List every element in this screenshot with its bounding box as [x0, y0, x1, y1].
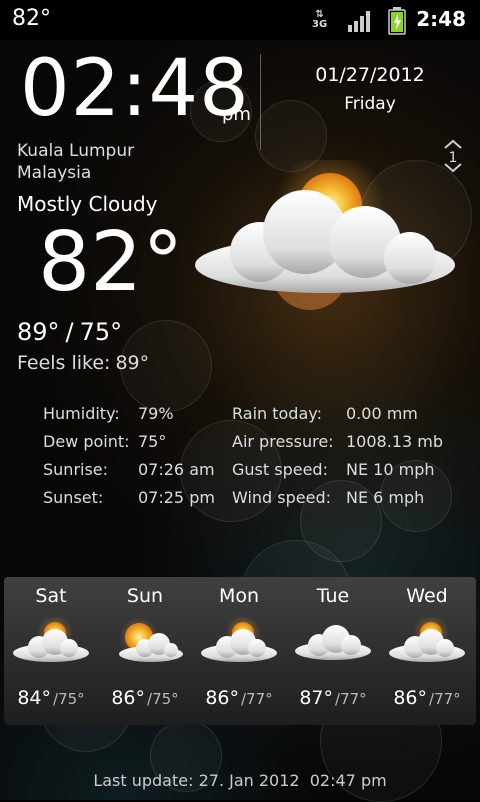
forecast-panel[interactable]: Sat 84°/75° Sun 86°/75° Mon 86°/77° Tue …: [4, 577, 476, 725]
sunrise-label: Sunrise:: [43, 460, 109, 479]
cloudy-icon: [295, 625, 371, 660]
high-temperature: 89°: [17, 318, 60, 346]
dew-point-label: Dew point:: [43, 432, 130, 451]
feels-like-label: Feels like:: [17, 352, 111, 374]
low-temperature: 75°: [79, 318, 123, 346]
high-low-separator: /: [65, 318, 74, 346]
forecast-day-wed[interactable]: Wed 86°/77°: [380, 577, 474, 725]
forecast-high: 86°: [111, 687, 146, 709]
forecast-day-mon[interactable]: Mon 86°/77°: [192, 577, 286, 725]
sunrise-value: 07:26 am: [138, 460, 215, 479]
humidity-value: 79%: [138, 404, 174, 423]
forecast-temps: 86°/77°: [192, 687, 286, 709]
humidity-label: Humidity:: [43, 404, 120, 423]
country-label: Malaysia: [17, 163, 92, 183]
forecast-temps: 86°/77°: [380, 687, 474, 709]
forecast-high: 84°: [17, 687, 52, 709]
partly-cloudy-icon: [389, 617, 465, 662]
forecast-day-label: Wed: [406, 585, 448, 607]
forecast-day-sat[interactable]: Sat 84°/75°: [4, 577, 98, 725]
condition-label: Mostly Cloudy: [17, 192, 158, 216]
gust-speed-label: Gust speed:: [232, 460, 328, 479]
status-bar: 82° ⇅ 3G 2:48: [0, 0, 480, 40]
clock-time[interactable]: 02:48: [20, 44, 250, 134]
forecast-temps: 87°/77°: [286, 687, 380, 709]
forecast-temps: 86°/75°: [98, 687, 192, 709]
forecast-high: 87°: [299, 687, 334, 709]
dew-point-value: 75°: [138, 432, 167, 451]
city-label: Kuala Lumpur: [17, 141, 135, 161]
partly-sunny-icon: [119, 617, 183, 662]
forecast-low: /75°: [53, 690, 85, 708]
status-time: 2:48: [416, 7, 466, 31]
forecast-day-sun[interactable]: Sun 86°/75°: [98, 577, 192, 725]
wind-speed-value: NE 6 mph: [346, 488, 425, 507]
forecast-low: /75°: [147, 690, 179, 708]
gust-speed-value: NE 10 mph: [346, 460, 435, 479]
forecast-day-label: Sat: [35, 585, 67, 607]
feels-like-value: 89°: [115, 352, 150, 374]
air-pressure-label: Air pressure:: [232, 432, 334, 451]
forecast-low: /77°: [429, 690, 461, 708]
forecast-day-label: Mon: [218, 585, 260, 607]
partly-cloudy-icon: [195, 160, 455, 310]
clock-divider: [260, 54, 261, 150]
feels-like: Feels like: 89°: [17, 352, 149, 374]
clock-ampm: pm: [222, 104, 251, 125]
forecast-day-label: Tue: [316, 585, 350, 607]
status-temperature: 82°: [12, 6, 51, 31]
forecast-low: /77°: [335, 690, 367, 708]
sunset-value: 07:25 pm: [138, 488, 215, 507]
forecast-high: 86°: [205, 687, 240, 709]
partly-cloudy-icon: [201, 617, 277, 662]
weekday-label: Friday: [344, 94, 396, 114]
air-pressure-value: 1008.13 mb: [346, 432, 443, 451]
battery-icon: [388, 7, 406, 35]
current-temperature: 82°: [38, 215, 184, 310]
forecast-low: /77°: [241, 690, 273, 708]
forecast-temps: 84°/75°: [4, 687, 98, 709]
signal-icon: [348, 11, 370, 32]
forecast-day-tue[interactable]: Tue 87°/77°: [286, 577, 380, 725]
network-3g-icon: ⇅ 3G: [312, 9, 328, 30]
forecast-high: 86°: [393, 687, 428, 709]
network-type-label: 3G: [312, 19, 328, 30]
sunset-label: Sunset:: [43, 488, 104, 507]
partly-cloudy-icon: [13, 617, 89, 662]
wind-speed-label: Wind speed:: [232, 488, 332, 507]
high-low: 89°/75°: [17, 318, 122, 346]
date-label[interactable]: 01/27/2012: [300, 64, 440, 86]
rain-today-label: Rain today:: [232, 404, 322, 423]
last-update-label: Last update: 27. Jan 2012 02:47 pm: [93, 771, 387, 790]
forecast-day-label: Sun: [126, 585, 164, 607]
rain-today-value: 0.00 mm: [346, 404, 418, 423]
